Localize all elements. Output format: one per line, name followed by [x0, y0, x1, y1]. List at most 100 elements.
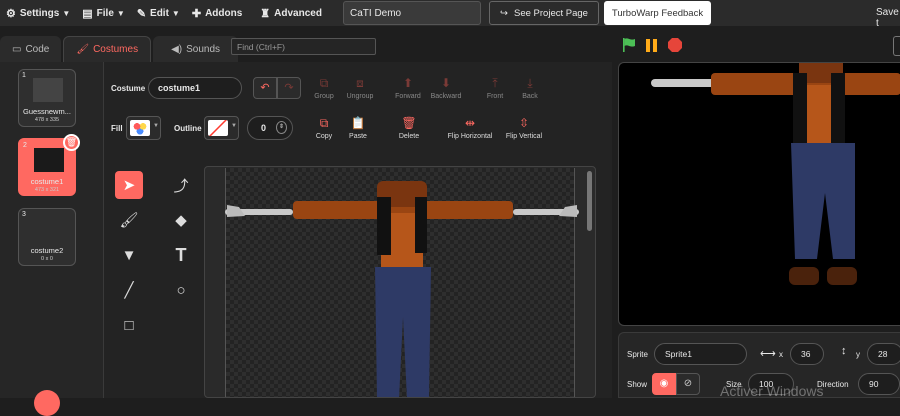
chevron-down-icon: ▼ [231, 123, 237, 129]
fill-tool-icon[interactable]: ▼ [115, 241, 143, 269]
outline-label: Outline [174, 124, 202, 133]
code-icon: ▭ [12, 43, 22, 55]
flip-vertical-button[interactable]: ⇳ Flip Vertical [503, 116, 545, 140]
pause-icon[interactable] [645, 38, 659, 53]
pencil-icon: ✎ [136, 7, 147, 20]
flip-horizontal-button[interactable]: ⇹ Flip Horizontal [444, 116, 496, 140]
find-input[interactable]: Find (Ctrl+F) [231, 38, 376, 55]
arrow-bottom-icon: ⤓ [527, 76, 533, 90]
costume-list: 1 Guessnewm... 478 x 335 2 costume1 473 … [0, 62, 104, 398]
eraser-tool-icon[interactable]: ◆ [167, 206, 195, 234]
editor-tabs: ▭ Code 🖌 Costumes ◀) Sounds [0, 36, 240, 62]
sprite-name-input[interactable]: Sprite1 [654, 343, 747, 365]
stop-icon[interactable] [668, 38, 682, 52]
x-input[interactable]: 36 [790, 343, 824, 365]
redo-icon[interactable]: ↷ [277, 77, 301, 99]
fullscreen-button[interactable] [893, 36, 900, 56]
ungroup-icon: ⧈ [356, 76, 364, 90]
file-icon: ▤ [82, 7, 93, 20]
gear-icon: ⚙ [6, 7, 16, 20]
arrow-up-icon: ⬆ [402, 76, 414, 90]
costume-artwork [225, 181, 579, 397]
backward-button[interactable]: ⬇ Backward [428, 76, 464, 100]
see-project-page-button[interactable]: ↪ See Project Page [489, 1, 599, 25]
copy-button[interactable]: ⧉ Copy [313, 116, 335, 140]
vertical-arrows-icon: ↕ [841, 345, 847, 357]
costume-name-label: Costume [111, 84, 146, 93]
stage-sprite [651, 63, 900, 285]
activation-watermark: Activer Windows [720, 383, 824, 399]
costume-thumbnail [34, 148, 64, 172]
chevron-down-icon: ▼ [116, 8, 125, 18]
palette-icon [130, 120, 150, 136]
file-menu[interactable]: ▤ File ▼ [76, 0, 131, 26]
feedback-button[interactable]: TurboWarp Feedback [604, 1, 711, 25]
paste-icon: 📋 [350, 116, 366, 130]
arrow-top-icon: ⤒ [492, 76, 498, 90]
costume-thumbnail [33, 78, 63, 102]
advanced-icon: ♜ [260, 7, 271, 20]
project-title-input[interactable]: CaTI Demo [343, 1, 481, 25]
circle-tool-icon[interactable]: ○ [167, 276, 195, 304]
outline-width-input[interactable]: 0 ⇕ [247, 116, 293, 140]
costume-item[interactable]: 1 Guessnewm... 478 x 335 [18, 69, 76, 127]
trash-icon: 🗑 [401, 116, 417, 130]
delete-costume-icon[interactable]: 🗑 [63, 134, 80, 151]
save-button[interactable]: Save t [876, 7, 900, 29]
ungroup-button[interactable]: ⧈ Ungroup [343, 76, 377, 100]
arrow-down-icon: ⬇ [440, 76, 452, 90]
stepper-icon[interactable]: ⇕ [276, 121, 287, 134]
chevron-down-icon: ▼ [171, 8, 180, 18]
rectangle-tool-icon[interactable]: □ [115, 311, 143, 339]
flip-horizontal-icon: ⇹ [464, 116, 476, 130]
tab-sounds[interactable]: ◀) Sounds [153, 36, 239, 62]
canvas-scrollbar[interactable] [587, 171, 592, 231]
group-icon: ⧉ [319, 76, 329, 90]
horizontal-arrows-icon: ⟷ [760, 348, 776, 360]
y-input[interactable]: 28 [867, 343, 900, 365]
show-label: Show [627, 380, 648, 389]
arrow-icon: ↪ [500, 7, 509, 19]
brush-tool-icon[interactable]: 🖌 [115, 206, 143, 234]
forward-button[interactable]: ⬆ Forward [393, 76, 423, 100]
puzzle-icon: ✚ [191, 7, 202, 20]
undo-icon[interactable]: ↶ [253, 77, 277, 99]
delete-button[interactable]: 🗑 Delete [396, 116, 422, 140]
addons-menu[interactable]: ✚ Addons [186, 0, 248, 26]
direction-input[interactable]: 90 [858, 373, 900, 395]
fill-label: Fill [111, 124, 123, 133]
copy-icon: ⧉ [319, 116, 329, 130]
select-tool-icon[interactable]: ➤ [115, 171, 143, 199]
settings-menu[interactable]: ⚙ Settings ▼ [0, 0, 76, 26]
x-label: x [779, 350, 783, 359]
show-eye-icon[interactable]: ◉ [652, 373, 676, 395]
sprite-label: Sprite [627, 350, 648, 359]
costume-item[interactable]: 3 costume2 0 x 0 [18, 208, 76, 266]
green-flag-icon[interactable] [621, 37, 637, 53]
group-button[interactable]: ⧉ Group [313, 76, 335, 100]
paint-canvas[interactable] [204, 166, 596, 398]
chevron-down-icon: ▼ [153, 123, 159, 129]
advanced-menu[interactable]: ♜ Advanced [254, 0, 328, 26]
brush-icon: 🖌 [76, 44, 90, 55]
tab-code[interactable]: ▭ Code [0, 36, 62, 62]
costume-name-input[interactable]: costume1 [148, 77, 242, 99]
no-color-icon [208, 120, 228, 136]
front-button[interactable]: ⤒ Front [482, 76, 508, 100]
hide-eye-icon[interactable]: ⊘ [676, 373, 700, 395]
outline-color-picker[interactable]: ▼ [204, 116, 239, 140]
line-tool-icon[interactable]: ╱ [115, 276, 143, 304]
reshape-tool-icon[interactable]: ⤴ [167, 171, 195, 199]
text-tool-icon[interactable]: T [167, 241, 195, 269]
y-label: y [856, 350, 860, 359]
flip-vertical-icon: ⇳ [518, 116, 530, 130]
fill-color-picker[interactable]: ▼ [126, 116, 161, 140]
speaker-icon: ◀) [171, 43, 183, 55]
chevron-down-icon: ▼ [62, 8, 71, 18]
add-costume-button[interactable] [34, 390, 60, 416]
paste-button[interactable]: 📋 Paste [346, 116, 370, 140]
tab-costumes[interactable]: 🖌 Costumes [63, 36, 152, 62]
back-button[interactable]: ⤓ Back [517, 76, 543, 100]
stage[interactable] [618, 62, 900, 326]
edit-menu[interactable]: ✎ Edit ▼ [131, 0, 186, 26]
